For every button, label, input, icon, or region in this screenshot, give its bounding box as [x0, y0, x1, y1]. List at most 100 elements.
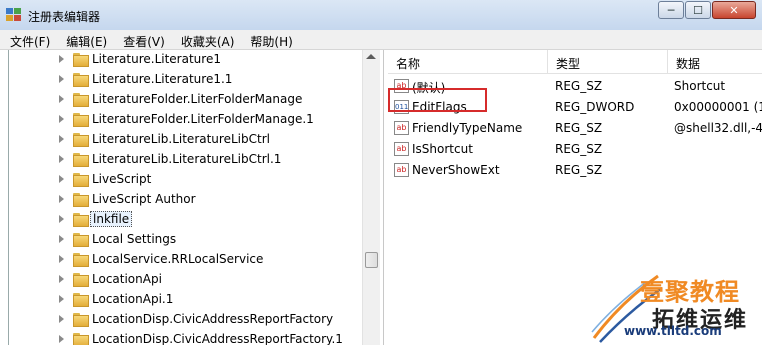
tree-item-label: LocalService.RRLocalService	[92, 252, 264, 266]
value-data: 0x00000001 (1	[674, 100, 762, 114]
folder-icon	[73, 333, 89, 345]
tree-item[interactable]: LocalService.RRLocalService	[9, 250, 359, 270]
tree-item-selected[interactable]: lnkfile	[9, 210, 359, 230]
value-row[interactable]: ab NeverShowExt REG_SZ	[388, 160, 762, 181]
value-name: NeverShowExt	[412, 163, 500, 177]
folder-icon	[73, 173, 89, 187]
expand-arrow-icon[interactable]	[59, 255, 64, 263]
string-value-icon: ab	[394, 142, 409, 156]
tree-item[interactable]: LocationDisp.CivicAddressReportFactory	[9, 310, 359, 330]
tree-item-label: Literature.Literature1.1	[92, 72, 233, 86]
watermark-url: www.tlltd.com	[624, 324, 722, 338]
expand-arrow-icon[interactable]	[59, 55, 64, 63]
value-type: REG_SZ	[555, 142, 603, 156]
expand-arrow-icon[interactable]	[59, 315, 64, 323]
menu-file[interactable]: 文件(F)	[0, 30, 56, 49]
tree-item-label: LocationApi	[92, 272, 162, 286]
tree-item[interactable]: LiteratureFolder.LiterFolderManage	[9, 90, 359, 110]
tree-item[interactable]: Literature.Literature1.1	[9, 70, 359, 90]
tree-item[interactable]: Local Settings	[9, 230, 359, 250]
scroll-thumb[interactable]	[365, 252, 378, 268]
tree-item-label: LocationApi.1	[92, 292, 174, 306]
tree-item[interactable]: LiteratureFolder.LiterFolderManage.1	[9, 110, 359, 130]
folder-icon	[73, 193, 89, 207]
string-value-icon: ab	[394, 163, 409, 177]
value-row-isshortcut[interactable]: ab IsShortcut REG_SZ	[388, 139, 762, 160]
value-name: IsShortcut	[412, 142, 473, 156]
tree-item[interactable]: LiveScript Author	[9, 190, 359, 210]
expand-arrow-icon[interactable]	[59, 335, 64, 343]
folder-icon	[73, 293, 89, 307]
window-controls: ─ ☐ ✕	[657, 1, 756, 19]
folder-icon	[73, 133, 89, 147]
tree-item-label: Local Settings	[92, 232, 177, 246]
folder-icon	[73, 73, 89, 87]
menu-help[interactable]: 帮助(H)	[240, 30, 298, 49]
menu-edit[interactable]: 编辑(E)	[56, 30, 113, 49]
value-type: REG_SZ	[555, 79, 603, 93]
folder-icon	[73, 253, 89, 267]
expand-arrow-icon[interactable]	[59, 275, 64, 283]
tree-item[interactable]: LiteratureLib.LiteratureLibCtrl.1	[9, 150, 359, 170]
tree-item-label: LiteratureFolder.LiterFolderManage	[92, 92, 303, 106]
folder-icon	[73, 213, 89, 227]
tree-item-label: LiteratureLib.LiteratureLibCtrl	[92, 132, 270, 146]
value-row[interactable]: ab FriendlyTypeName REG_SZ @shell32.dll,…	[388, 118, 762, 139]
value-name: FriendlyTypeName	[412, 121, 523, 135]
folder-icon	[73, 273, 89, 287]
folder-icon	[73, 313, 89, 327]
annotation-highlight-box	[388, 88, 487, 112]
value-data: Shortcut	[674, 79, 726, 93]
value-type: REG_DWORD	[555, 100, 635, 114]
title-bar: 注册表编辑器 ─ ☐ ✕	[0, 0, 762, 30]
window-title: 注册表编辑器	[28, 10, 101, 24]
maximize-button[interactable]: ☐	[685, 1, 711, 19]
expand-arrow-icon[interactable]	[59, 115, 64, 123]
tree-item-label: lnkfile	[90, 211, 133, 227]
column-header-name[interactable]: 名称	[388, 50, 548, 74]
value-data: @shell32.dll,-4	[674, 121, 762, 135]
tree-item-label: LiteratureLib.LiteratureLibCtrl.1	[92, 152, 282, 166]
value-type: REG_SZ	[555, 121, 603, 135]
expand-arrow-icon[interactable]	[59, 295, 64, 303]
tree-item[interactable]: LocationApi	[9, 270, 359, 290]
folder-icon	[73, 153, 89, 167]
tree-item[interactable]: Literature.Literature1	[9, 50, 359, 70]
scroll-up-arrow-icon[interactable]	[366, 54, 376, 59]
minimize-button[interactable]: ─	[658, 1, 684, 19]
tree-item-label: LiveScript Author	[92, 192, 196, 206]
folder-icon	[73, 113, 89, 127]
menu-favorites[interactable]: 收藏夹(A)	[171, 30, 241, 49]
column-header-type[interactable]: 类型	[548, 50, 668, 74]
tree-item[interactable]: LiteratureLib.LiteratureLibCtrl	[9, 130, 359, 150]
expand-arrow-icon[interactable]	[59, 95, 64, 103]
folder-icon	[73, 53, 89, 67]
value-type: REG_SZ	[555, 163, 603, 177]
string-value-icon: ab	[394, 121, 409, 135]
menu-bar: 文件(F) 编辑(E) 查看(V) 收藏夹(A) 帮助(H)	[0, 30, 762, 50]
registry-editor-icon	[6, 8, 21, 21]
tree-item[interactable]: LiveScript	[9, 170, 359, 190]
expand-arrow-icon[interactable]	[59, 235, 64, 243]
expand-arrow-icon[interactable]	[59, 135, 64, 143]
expand-arrow-icon[interactable]	[59, 155, 64, 163]
key-tree-pane[interactable]: Literature.Literature1 Literature.Litera…	[8, 50, 384, 345]
tree-item-label: LiveScript	[92, 172, 152, 186]
tree-item-label: LocationDisp.CivicAddressReportFactory	[92, 312, 334, 326]
expand-arrow-icon[interactable]	[59, 175, 64, 183]
tree-scrollbar[interactable]	[362, 50, 380, 345]
expand-arrow-icon[interactable]	[59, 195, 64, 203]
expand-arrow-icon[interactable]	[59, 215, 64, 223]
folder-icon	[73, 93, 89, 107]
expand-arrow-icon[interactable]	[59, 75, 64, 83]
folder-icon	[73, 233, 89, 247]
tree-item-label: Literature.Literature1	[92, 52, 221, 66]
tree-item[interactable]: LocationApi.1	[9, 290, 359, 310]
tree-item-label: LiteratureFolder.LiterFolderManage.1	[92, 112, 314, 126]
menu-view[interactable]: 查看(V)	[113, 30, 171, 49]
tree-item-label: LocationDisp.CivicAddressReportFactory.1	[92, 332, 343, 345]
tree-item[interactable]: LocationDisp.CivicAddressReportFactory.1	[9, 330, 359, 345]
close-button[interactable]: ✕	[712, 1, 756, 19]
watermark: 壹聚教程 拓维运维 www.tlltd.com	[590, 268, 762, 345]
column-header-data[interactable]: 数据	[668, 50, 762, 74]
